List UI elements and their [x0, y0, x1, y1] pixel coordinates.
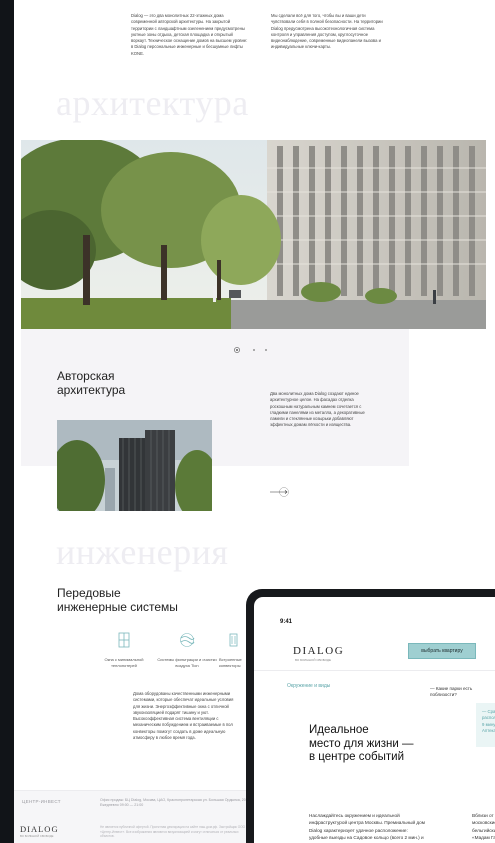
architecture-heading: Авторская архитектура	[57, 369, 125, 397]
tablet-heading-line3: в центре событий	[309, 751, 405, 763]
status-time: 9:41	[280, 619, 293, 625]
tablet-mockup: 9:41 DIALOG ВО БОЛЬШОЙ СВОБОДЕ выбрать к…	[246, 589, 495, 843]
air-icon	[180, 633, 195, 647]
office-info: Офис продаж: БЦ Dialog, Москва, ЦАО, Кра…	[100, 798, 247, 807]
hero-image	[21, 140, 486, 329]
engineering-description: Дома оборудованы качественными инженерны…	[133, 691, 234, 741]
tablet-heading-line2: место для жизни —	[309, 737, 414, 750]
engineering-heading-line1: Передовые	[57, 586, 121, 600]
engineering-heading-line2: инженерные системы	[57, 600, 178, 614]
architecture-heading-line2: архитектура	[57, 383, 126, 397]
breadcrumb-link[interactable]: Окружение и виды	[287, 683, 330, 689]
header-divider	[254, 670, 495, 671]
tablet-heading-line1: Идеальное	[309, 724, 369, 736]
next-arrow-icon[interactable]	[270, 487, 292, 497]
footer-logo-sub: ВО БОЛЬШОЙ СВОБОДЕ	[20, 834, 54, 838]
section-title-architecture: архитектура	[56, 83, 249, 123]
parks-question: — Какие парки есть поблизости?	[430, 686, 473, 698]
tablet-body-text-2: Вблизи от дома московские рес... бельгий…	[472, 813, 495, 843]
intro-text-left: Dialog — это два монолитных 22-этажных д…	[131, 13, 248, 56]
tablet-logo[interactable]: DIALOG	[293, 645, 344, 657]
developer-logo: ЦЕНТР-ИНВЕСТ	[22, 799, 61, 804]
architecture-heading-line1: Авторская	[57, 369, 115, 383]
feature-windows-label: Окна с минимальной теплопотерей	[104, 657, 144, 668]
tablet-body-text: Наслаждайтесь окружением и идеальной инф…	[309, 813, 425, 843]
window-icon	[118, 632, 130, 648]
feature-air-label: Системы фильтрации и очистки воздуха Tio…	[157, 657, 217, 668]
architecture-description: Два монолитных дома Dialog создают едино…	[270, 391, 365, 428]
footer-logo[interactable]: DIALOG	[20, 824, 59, 834]
convector-icon	[229, 633, 238, 647]
intro-text-right: Мы сделали всё для того, чтобы вы и ваши…	[271, 13, 383, 50]
feature-air: Системы фильтрации и очистки воздуха Tio…	[156, 632, 218, 668]
legal-text: Не является публичной офертой. Проектная…	[100, 825, 246, 839]
choose-apartment-button[interactable]: выбрать квартиру	[408, 643, 476, 659]
parks-answer: — Сразу за... расположен... а в 9 минуто…	[482, 709, 495, 734]
tablet-screen: 9:41 DIALOG ВО БОЛЬШОЙ СВОБОДЕ выбрать к…	[254, 597, 495, 843]
feature-windows: Окна с минимальной теплопотерей	[93, 632, 155, 668]
section-title-engineering: инженерия	[56, 532, 229, 572]
engineering-heading: Передовые инженерные системы	[57, 586, 178, 614]
tablet-logo-sub: ВО БОЛЬШОЙ СВОБОДЕ	[295, 658, 331, 662]
tablet-heading: Идеальное место для жизни — в центре соб…	[309, 724, 413, 765]
slider-dots[interactable]	[229, 347, 269, 353]
architecture-photo	[57, 420, 212, 511]
